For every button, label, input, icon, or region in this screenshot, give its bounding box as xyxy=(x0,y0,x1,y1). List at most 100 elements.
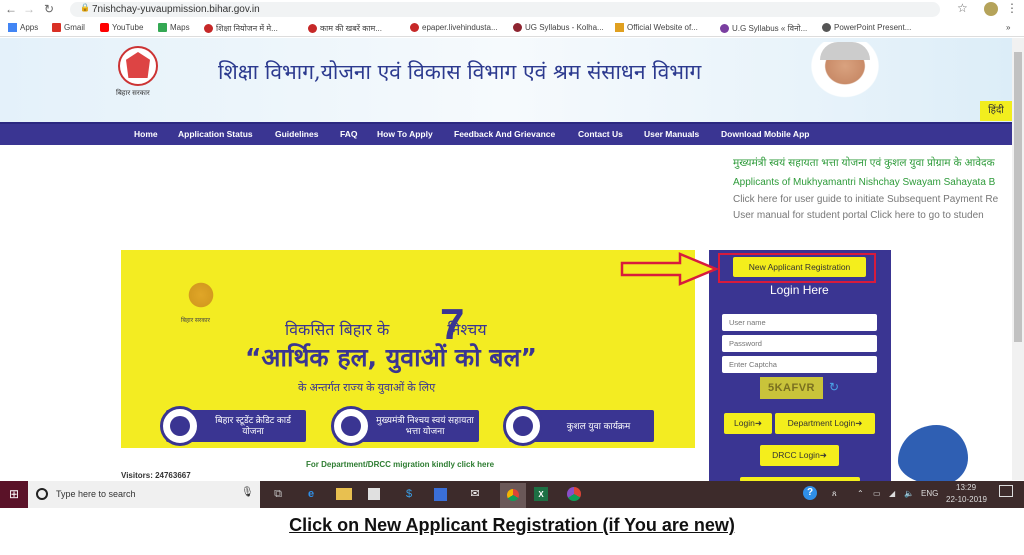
scrollbar-thumb[interactable] xyxy=(1014,52,1022,342)
scheme-label: बिहार स्टूडेंट क्रेडिट कार्ड योजना xyxy=(215,415,291,436)
forward-icon[interactable]: → xyxy=(22,2,36,16)
bookmark-item[interactable]: epaper.livehindusta... xyxy=(410,23,498,32)
bookmark-label: काम की खबरें काम... xyxy=(320,24,382,33)
bookmark-item[interactable]: शिक्षा नियोजन में मे... xyxy=(204,23,278,34)
notice-link[interactable]: User manual for student portal Click her… xyxy=(733,210,1012,221)
bookmark-label: Apps xyxy=(20,23,39,32)
migration-link[interactable]: For Department/DRCC migration kindly cli… xyxy=(306,460,494,469)
login-heading: Login Here xyxy=(770,283,829,297)
refresh-captcha-icon[interactable]: ↻ xyxy=(829,380,839,394)
store-icon[interactable] xyxy=(368,488,380,500)
nav-faq[interactable]: FAQ xyxy=(340,129,357,139)
site-icon xyxy=(720,24,729,33)
site-title: शिक्षा विभाग,योजना एवं विकास विभाग एवं श… xyxy=(218,60,702,84)
action-center-icon[interactable] xyxy=(999,485,1013,497)
drcc-login-button[interactable]: DRCC Login➜ xyxy=(760,445,839,466)
mail-icon[interactable]: ✉ xyxy=(467,486,483,502)
graduate-icon xyxy=(160,406,200,446)
chrome-icon xyxy=(507,489,519,501)
volume-icon[interactable]: 🔈 xyxy=(904,489,914,498)
tray-expand-icon[interactable]: ⌃ xyxy=(857,489,864,498)
notice-link[interactable]: Click here for user guide to initiate Su… xyxy=(733,194,1012,205)
banner-slogan: “आर्थिक हल, युवाओं को बल” xyxy=(245,343,537,372)
annotation-arrow-icon xyxy=(620,252,720,286)
microphone-icon[interactable]: 🎙 xyxy=(241,487,254,498)
bookmark-label: Official Website of... xyxy=(627,23,698,32)
bookmark-label: Gmail xyxy=(64,23,85,32)
nav-application-status[interactable]: Application Status xyxy=(178,129,253,139)
scheme-self-help-allowance[interactable]: मुख्यमंत्री निश्चय स्वयं सहायता भत्ता यो… xyxy=(331,406,479,446)
department-login-button[interactable]: Department Login➜ xyxy=(775,413,875,434)
bookmark-label: YouTube xyxy=(112,23,144,32)
nav-contact-us[interactable]: Contact Us xyxy=(578,129,623,139)
bookmark-maps[interactable]: Maps xyxy=(158,23,190,32)
app-icon[interactable]: $ xyxy=(401,486,417,502)
nav-feedback[interactable]: Feedback And Grievance xyxy=(454,129,555,139)
battery-icon[interactable]: ▭ xyxy=(873,489,881,498)
nav-user-manuals[interactable]: User Manuals xyxy=(644,129,699,139)
chrome-profile-icon[interactable] xyxy=(567,487,581,501)
bookmark-youtube[interactable]: YouTube xyxy=(100,23,143,32)
bookmark-gmail[interactable]: Gmail xyxy=(52,23,85,32)
bookmark-item[interactable]: काम की खबरें काम... xyxy=(308,23,382,34)
bookmark-star-icon[interactable]: ☆ xyxy=(957,1,968,15)
file-explorer-icon[interactable] xyxy=(336,488,352,500)
maps-icon xyxy=(158,23,167,32)
edge-icon[interactable]: e xyxy=(303,486,319,502)
site-icon xyxy=(308,24,317,33)
captcha-image: 5KAFVR xyxy=(760,377,823,399)
back-icon[interactable]: ← xyxy=(4,2,18,16)
photo-detail xyxy=(820,42,870,60)
bookmark-item[interactable]: PowerPoint Present... xyxy=(822,23,911,32)
people-icon[interactable]: ጸ xyxy=(832,489,837,499)
hindi-language-button[interactable]: हिंदी xyxy=(980,101,1012,121)
nav-download-app[interactable]: Download Mobile App xyxy=(721,129,809,139)
nav-home[interactable]: Home xyxy=(134,129,158,139)
apps-icon xyxy=(8,23,17,32)
network-icon[interactable]: ◢ xyxy=(889,489,895,498)
banner-line1-text: विकसित बिहार के xyxy=(285,320,390,339)
dropbox-icon[interactable] xyxy=(434,488,447,501)
nav-how-to-apply[interactable]: How To Apply xyxy=(377,129,433,139)
profile-avatar[interactable] xyxy=(984,2,998,16)
scheme-label: कुशल युवा कार्यक्रम xyxy=(566,420,631,431)
username-input[interactable] xyxy=(722,314,877,331)
skill-head-icon xyxy=(503,406,543,446)
bookmark-item[interactable]: U.G Syllabus « विनो... xyxy=(720,23,807,34)
banner-subline: के अन्तर्गत राज्य के युवाओं के लिए xyxy=(298,382,436,394)
notice-link[interactable]: मुख्यमंत्री स्वयं सहायता भत्ता योजना एवं… xyxy=(733,156,1012,170)
language-indicator[interactable]: ENG xyxy=(921,489,938,498)
menu-icon[interactable]: ⋮ xyxy=(1006,1,1018,15)
cortana-icon xyxy=(36,488,48,500)
windows-start-icon[interactable]: ⊞ xyxy=(0,481,28,508)
excel-icon[interactable]: X xyxy=(534,487,548,501)
decorative-graphic xyxy=(898,425,968,485)
taskbar-search-input[interactable]: Type here to search xyxy=(28,481,260,508)
clock-date[interactable]: 22-10-2019 xyxy=(946,495,987,504)
scheme-label: मुख्यमंत्री निश्चय स्वयं सहायता भत्ता यो… xyxy=(376,415,474,436)
bookmark-label: U.G Syllabus « विनो... xyxy=(732,24,808,33)
url-input[interactable]: 7nishchay-yuvaupmission.bihar.gov.in xyxy=(70,2,940,17)
bookmark-label: Maps xyxy=(170,23,190,32)
main-nav: Home Application Status Guidelines FAQ H… xyxy=(0,122,1012,145)
login-button[interactable]: Login➜ xyxy=(724,413,772,434)
reload-icon[interactable]: ↻ xyxy=(42,2,56,16)
scheme-student-credit-card[interactable]: बिहार स्टूडेंट क्रेडिट कार्ड योजना xyxy=(160,406,306,446)
bookmarks-bar: Apps Gmail YouTube Maps शिक्षा नियोजन मे… xyxy=(0,19,1024,37)
help-icon[interactable]: ? xyxy=(803,486,817,500)
chrome-active-icon[interactable] xyxy=(500,483,526,508)
bookmark-item[interactable]: UG Syllabus - Kolha... xyxy=(513,23,604,32)
password-input[interactable] xyxy=(722,335,877,352)
visitor-counter: Visitors: 24763667 xyxy=(121,471,191,480)
task-view-icon[interactable]: ⧉ xyxy=(270,486,286,502)
clock-time[interactable]: 13:29 xyxy=(956,483,976,492)
nav-guidelines[interactable]: Guidelines xyxy=(275,129,318,139)
scheme-kushal-yuva[interactable]: कुशल युवा कार्यक्रम xyxy=(503,406,654,446)
bookmark-label: epaper.livehindusta... xyxy=(422,23,498,32)
bookmark-item[interactable]: Official Website of... xyxy=(615,23,698,32)
notice-link[interactable]: Applicants of Mukhyamantri Nishchay Sway… xyxy=(733,177,1012,188)
more-bookmarks-button[interactable]: » xyxy=(1006,23,1010,32)
emblem-caption: बिहार सरकार xyxy=(116,90,150,97)
bookmark-apps[interactable]: Apps xyxy=(8,23,38,32)
captcha-input[interactable] xyxy=(722,356,877,373)
